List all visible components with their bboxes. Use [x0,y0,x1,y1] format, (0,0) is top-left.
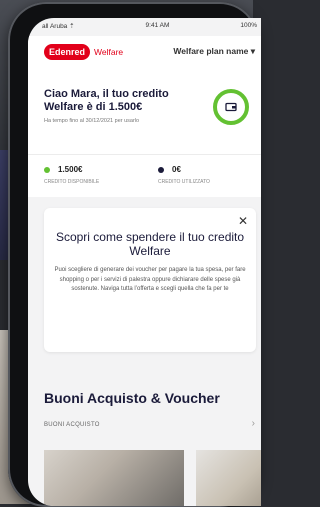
section-title: Buoni Acquisto & Voucher [44,390,220,406]
promo-title: Scopri come spendere il tuo credito Welf… [55,230,245,258]
available-balance: 1.500€ [44,165,82,174]
voucher-thumbnail[interactable] [44,450,184,506]
section-subtitle: BUONI ACQUISTO [44,422,100,428]
edenred-logo[interactable]: Edenred Welfare [44,44,123,60]
used-balance: 0€ [158,165,181,174]
expiry-note: Ha tempo fino al 30/12/2021 per usarlo [44,118,140,124]
app-header: Edenred Welfare Welfare plan name ▾ [28,36,261,79]
credit-summary: Ciao Mara, il tuo credito Welfare è di 1… [28,78,261,154]
clock: 9:41 AM [145,22,170,29]
chevron-right-icon[interactable]: › [252,418,255,429]
logo-subtitle: Welfare [94,47,124,57]
close-icon[interactable]: ✕ [238,214,248,228]
greeting: Ciao Mara, il tuo credito Welfare è di 1… [44,88,169,113]
status-bar: all Aruba ⇡ 9:41 AM 100% [42,22,257,34]
green-dot-icon [44,166,50,173]
available-label: CREDITO DISPONIBILE [44,179,100,185]
carrier: all Aruba ⇡ [42,23,75,30]
promo-card: ✕ Scopri come spendere il tuo credito We… [44,208,256,352]
app-screen: all Aruba ⇡ 9:41 AM 100% Edenred Welfare… [28,18,261,506]
wallet-glyph [225,102,237,112]
promo-text: Puoi scegliere di generare dei voucher p… [54,267,246,293]
navy-dot-icon [158,166,164,173]
logo-badge: Edenred [44,44,91,60]
voucher-thumbnail[interactable] [196,450,261,506]
balances-row: 1.500€ CREDITO DISPONIBILE 0€ CREDITO UT… [28,154,261,197]
wallet-icon[interactable] [213,89,249,125]
plan-selector[interactable]: Welfare plan name ▾ [173,46,255,57]
battery: 100% [240,22,257,29]
phone-frame: all Aruba ⇡ 9:41 AM 100% Edenred Welfare… [8,2,261,507]
used-label: CREDITO UTILIZZATO [158,179,210,185]
